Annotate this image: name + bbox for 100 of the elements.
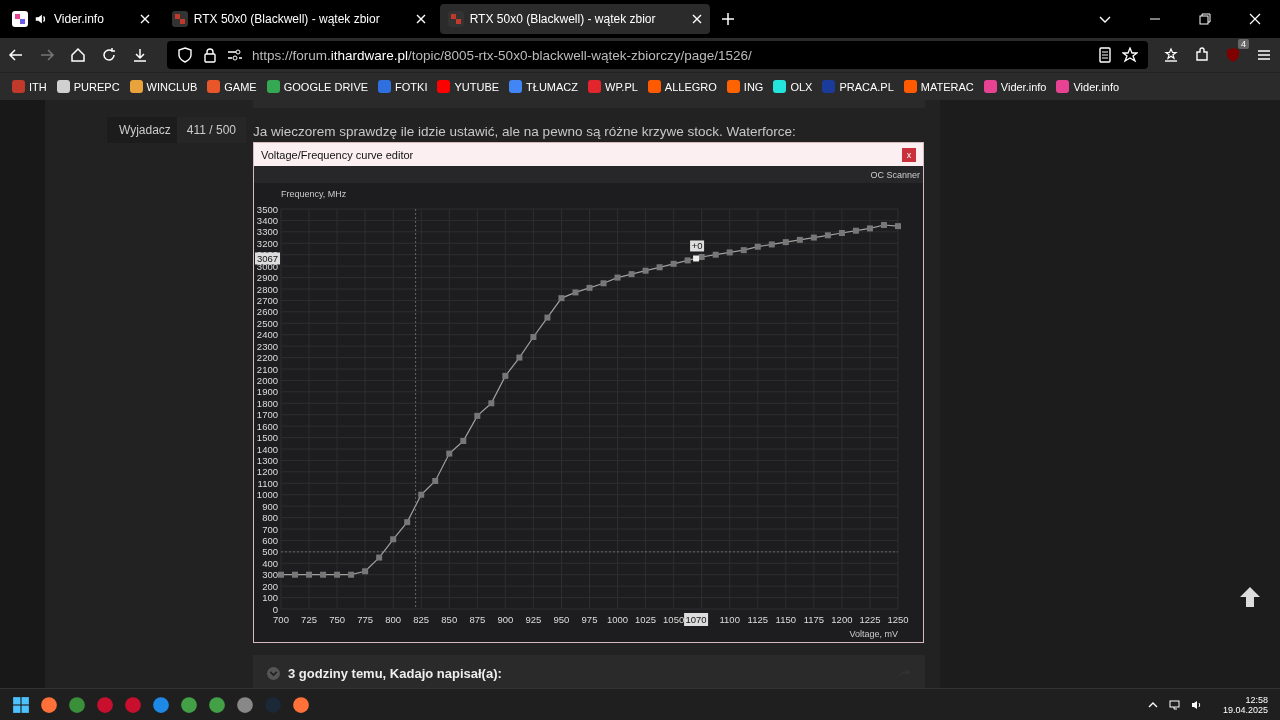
bookmark[interactable]: GOOGLE DRIVE [264,80,371,93]
selected-point[interactable] [693,255,700,262]
curve-point[interactable] [586,284,593,291]
star-icon[interactable] [1122,47,1138,63]
curve-point[interactable] [670,260,677,267]
curve-point[interactable] [446,450,453,457]
bookmark[interactable]: Vider.info [981,80,1049,93]
curve-point[interactable] [656,264,663,271]
download-icon[interactable] [132,47,148,63]
scroll-to-top-icon[interactable] [1238,585,1262,609]
reader-view-icon[interactable] [1097,47,1113,63]
bookmark-star-icon[interactable] [1163,47,1179,63]
taskbar-app-icon[interactable] [40,695,58,714]
curve-point[interactable] [726,249,733,256]
curve-point[interactable] [572,289,579,296]
curve-point[interactable] [712,251,719,258]
new-tab-icon[interactable] [721,13,734,25]
bookmark[interactable]: FOTKI [376,80,430,93]
curve-point[interactable] [362,568,369,575]
curve-point[interactable] [306,571,313,578]
bookmark[interactable]: MATERAC [901,80,976,93]
curve-point[interactable] [810,234,817,241]
curve-point[interactable] [404,519,411,526]
curve-point[interactable] [824,232,831,239]
close-icon[interactable] [691,14,702,24]
bookmark[interactable]: ING [724,80,766,93]
bookmark[interactable]: GAME [205,80,259,93]
curve-point[interactable] [474,412,481,419]
bookmark[interactable]: WP.PL [586,80,640,93]
curve-point[interactable] [488,400,495,407]
curve-point[interactable] [558,295,565,302]
taskbar-app-icon[interactable] [236,695,254,714]
curve-point[interactable] [432,478,439,484]
bookmark[interactable]: ALLEGRO [645,80,719,93]
bookmark[interactable]: Vider.info [1054,80,1122,93]
volume-icon[interactable] [1190,698,1203,711]
curve-point[interactable] [516,354,523,361]
taskbar-app-icon[interactable] [292,695,310,714]
bookmark[interactable]: ITH [10,80,49,93]
curve-point[interactable] [600,280,607,287]
restore-icon[interactable] [1199,13,1211,25]
curve-point[interactable] [502,372,509,379]
system-clock[interactable]: 12:58 19.04.2025 [1222,694,1268,715]
curve-point[interactable] [895,223,901,230]
chevron-down-icon[interactable] [267,666,280,680]
bookmark[interactable]: TŁUMACZ [507,80,581,93]
taskbar-app-icon[interactable] [68,695,86,714]
menu-icon[interactable] [1256,47,1272,63]
close-button[interactable]: x [902,147,916,162]
curve-point[interactable] [796,236,803,243]
browser-tab[interactable]: RTX 50x0 (Blackwell) - wątek zbior [163,4,434,34]
curve-point[interactable] [698,254,705,260]
bookmark[interactable]: OLX [771,80,815,93]
shield-icon[interactable] [177,47,193,63]
curve-point[interactable] [334,571,341,578]
speaker-icon[interactable] [34,12,48,26]
curve-point[interactable] [866,225,873,232]
oc-scanner-button[interactable]: OC Scanner [870,169,920,180]
browser-tab[interactable]: Vider.info [4,4,158,34]
start-icon[interactable] [12,695,30,714]
curve-point[interactable] [684,257,691,264]
forward-icon[interactable] [39,47,55,63]
curve-point[interactable] [628,271,635,278]
curve-point[interactable] [782,239,789,246]
permissions-icon[interactable] [227,47,243,63]
bookmark[interactable]: PUREPC [54,80,122,93]
back-icon[interactable] [8,47,24,63]
home-icon[interactable] [70,47,86,63]
curve-point[interactable] [278,571,284,578]
curve-point[interactable] [418,491,425,498]
curve-point[interactable] [292,571,298,578]
network-icon[interactable] [1168,698,1181,711]
taskbar-app-icon[interactable] [208,695,226,714]
curve-point[interactable] [852,227,859,234]
curve-point[interactable] [754,243,761,250]
curve-point[interactable] [614,274,621,281]
curve-point[interactable] [642,267,649,274]
bookmark[interactable]: WINCLUB [127,80,200,93]
curve-point[interactable] [376,554,383,561]
close-icon[interactable] [139,14,150,24]
lock-icon[interactable] [202,47,218,63]
taskbar-app-icon[interactable] [124,695,142,714]
browser-tab[interactable]: RTX 50x0 (Blackwell) - wątek zbior [439,4,710,34]
close-icon[interactable] [415,14,426,24]
curve-point[interactable] [838,230,845,236]
curve-point[interactable] [544,314,551,321]
address-bar[interactable]: https://forum.ithardware.pl/topic/8005-rtx-50x0-blackwell-wątek-zbiorczy/page/1526/ [167,41,1148,69]
taskbar-app-icon[interactable] [96,695,114,714]
close-window-icon[interactable] [1249,13,1261,25]
bookmark[interactable]: PRACA.PL [820,80,896,93]
curve-point[interactable] [320,571,327,578]
curve-point[interactable] [460,438,467,444]
taskbar-app-icon[interactable] [152,695,170,714]
curve-point[interactable] [390,536,397,543]
curve-point[interactable] [348,571,355,578]
reload-icon[interactable] [101,47,117,63]
curve-point[interactable] [768,241,775,248]
curve-point[interactable] [740,247,747,254]
bookmark[interactable]: YUTUBE [435,80,502,93]
taskbar-app-icon[interactable] [180,695,198,714]
